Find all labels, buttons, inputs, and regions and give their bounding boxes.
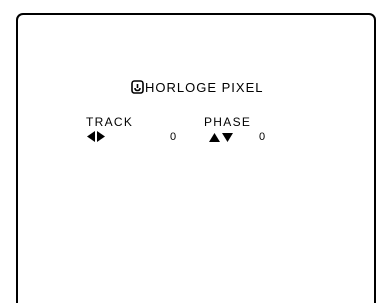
track-value: 0 bbox=[170, 131, 177, 143]
track-label: TRACK bbox=[86, 115, 134, 129]
menu-header: HORLOGE PIXEL bbox=[131, 80, 263, 96]
osd-screen-frame bbox=[16, 13, 376, 303]
menu-title: HORLOGE PIXEL bbox=[145, 80, 264, 95]
track-adjust-control[interactable] bbox=[87, 130, 105, 142]
arrow-right-icon[interactable] bbox=[97, 130, 105, 142]
phase-value: 0 bbox=[259, 131, 266, 143]
clock-icon bbox=[131, 80, 144, 94]
arrow-left-icon[interactable] bbox=[87, 130, 95, 142]
arrow-down-icon[interactable] bbox=[222, 132, 233, 142]
phase-adjust-control[interactable] bbox=[209, 131, 233, 143]
phase-label: PHASE bbox=[204, 115, 252, 129]
arrow-up-icon[interactable] bbox=[209, 132, 220, 142]
